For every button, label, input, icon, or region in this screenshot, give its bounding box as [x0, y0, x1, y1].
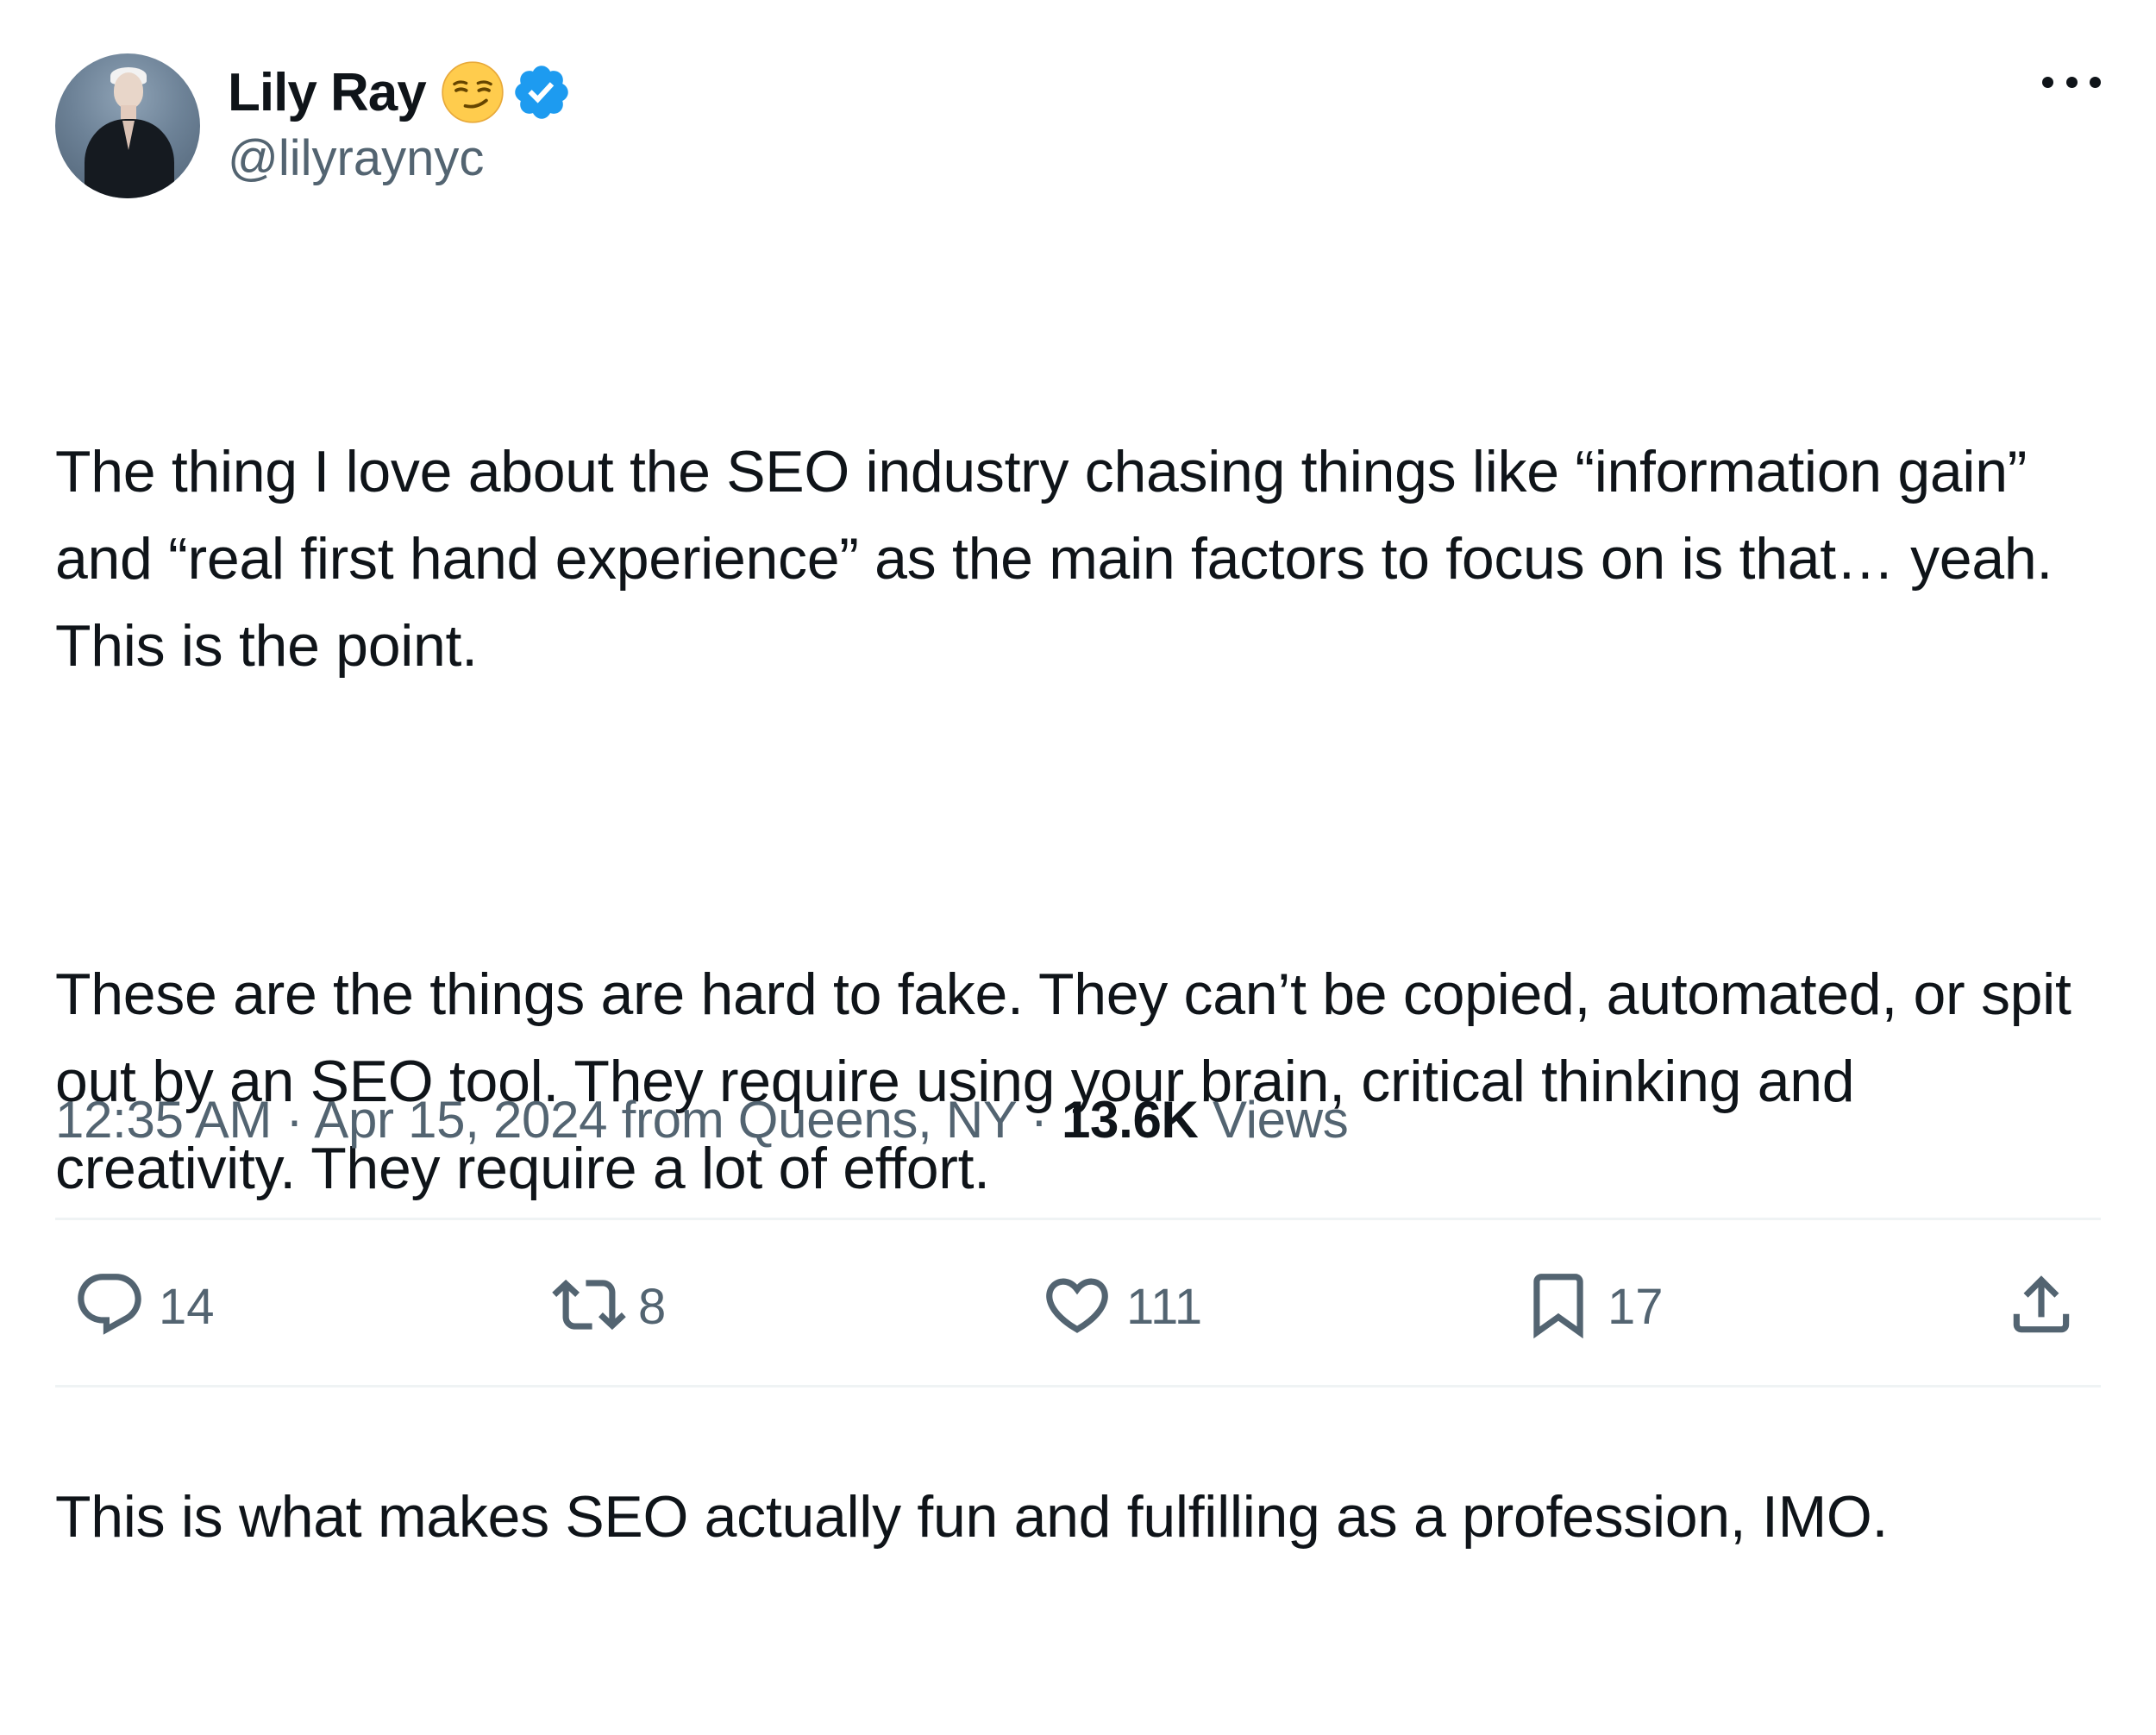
views-count[interactable]: 13.6K	[1062, 1091, 1199, 1149]
action-bar: 14 8 111 17	[55, 1259, 2101, 1354]
more-dot	[2065, 76, 2078, 88]
tweet-date[interactable]: Apr 15, 2024	[314, 1091, 607, 1149]
retweet-icon	[552, 1268, 626, 1346]
retweet-button[interactable]: 8	[552, 1259, 666, 1354]
bookmark-icon	[1521, 1268, 1595, 1346]
share-button[interactable]	[2004, 1259, 2078, 1354]
tweet-metadata: 12:35 AM · Apr 15, 2024 from Queens, NY …	[55, 1090, 1349, 1149]
like-count: 111	[1126, 1278, 1203, 1335]
divider	[55, 1218, 2101, 1220]
more-dot	[2042, 76, 2053, 88]
views-label[interactable]: Views	[1213, 1091, 1349, 1149]
tweet-card: Lily Ray @lilyraynyc The thing I love ab…	[0, 0, 2156, 1550]
avatar-face	[114, 72, 143, 109]
meta-separator: ·	[1030, 1091, 1048, 1149]
like-button[interactable]: 111	[1040, 1259, 1202, 1354]
author-display-name[interactable]: Lily Ray	[228, 62, 427, 123]
tweet-paragraph: These are the things are hard to fake. T…	[55, 961, 2088, 1201]
retweet-count: 8	[638, 1278, 667, 1335]
avatar[interactable]	[55, 53, 200, 198]
verified-badge-icon[interactable]	[511, 61, 573, 123]
more-icon[interactable]	[2042, 69, 2101, 95]
tweet-time[interactable]: 12:35 AM	[55, 1091, 272, 1149]
reply-count: 14	[159, 1278, 215, 1335]
smirking-face-emoji-icon	[440, 60, 505, 125]
more-dot	[2090, 76, 2101, 88]
author-handle[interactable]: @lilyraynyc	[228, 129, 484, 187]
divider	[55, 1385, 2101, 1387]
bookmark-button[interactable]: 17	[1521, 1259, 1664, 1354]
tweet-location: from Queens, NY	[621, 1091, 1017, 1149]
share-icon	[2004, 1268, 2078, 1346]
heart-icon	[1040, 1268, 1114, 1346]
author-name-row: Lily Ray	[228, 53, 573, 131]
bookmark-count: 17	[1608, 1278, 1664, 1335]
reply-button[interactable]: 14	[72, 1259, 215, 1354]
tweet-paragraph: The thing I love about the SEO industry …	[55, 439, 2068, 679]
tweet-text: The thing I love about the SEO industry …	[55, 254, 2108, 1735]
reply-icon	[72, 1268, 147, 1346]
meta-separator: ·	[285, 1091, 304, 1149]
tweet-paragraph: This is what makes SEO actually fun and …	[55, 1484, 1889, 1550]
